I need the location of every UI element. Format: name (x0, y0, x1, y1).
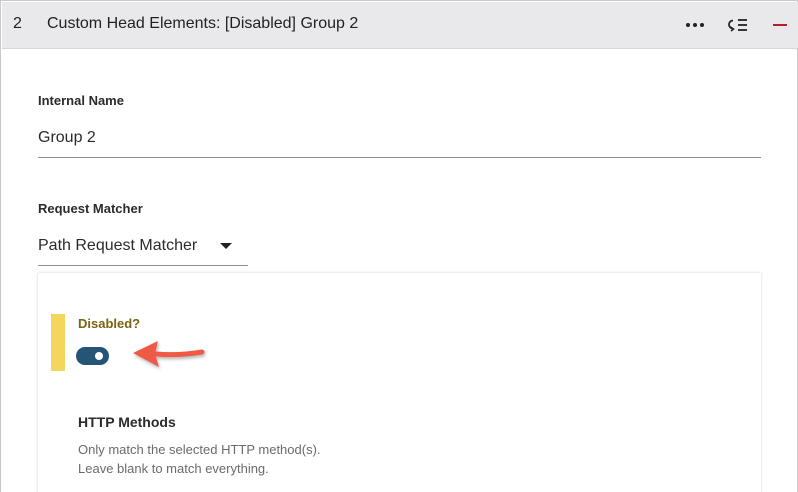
internal-name-underline (38, 157, 761, 158)
group-title: Custom Head Elements: [Disabled] Group 2 (47, 15, 359, 32)
matcher-settings-panel: Disabled? HTTP Methods Only match the se… (38, 273, 761, 492)
reorder-button[interactable] (724, 10, 754, 40)
disabled-label: Disabled? (78, 316, 141, 331)
http-methods-help-2: Leave blank to match everything. (78, 461, 269, 476)
toggle-knob (95, 352, 103, 360)
http-methods-label: HTTP Methods (78, 414, 176, 430)
disabled-toggle[interactable] (76, 347, 109, 365)
field-accent-bar (51, 314, 65, 371)
request-matcher-select[interactable]: Path Request Matcher (38, 236, 248, 266)
group-card: 2 Custom Head Elements: [Disabled] Group… (0, 0, 798, 492)
group-index: 2 (13, 15, 22, 32)
more-options-button[interactable] (680, 10, 710, 40)
internal-name-label: Internal Name (38, 93, 124, 108)
http-methods-help-1: Only match the selected HTTP method(s). (78, 442, 321, 457)
caret-down-icon (220, 243, 232, 249)
internal-name-input[interactable]: Group 2 (38, 129, 96, 147)
request-matcher-label: Request Matcher (38, 201, 143, 216)
group-header[interactable]: 2 Custom Head Elements: [Disabled] Group… (2, 2, 798, 49)
annotation-arrow-icon (133, 341, 205, 367)
request-matcher-underline (38, 265, 248, 266)
reorder-list-icon (728, 19, 747, 32)
request-matcher-value: Path Request Matcher (38, 237, 198, 254)
collapse-button[interactable] (765, 10, 795, 40)
